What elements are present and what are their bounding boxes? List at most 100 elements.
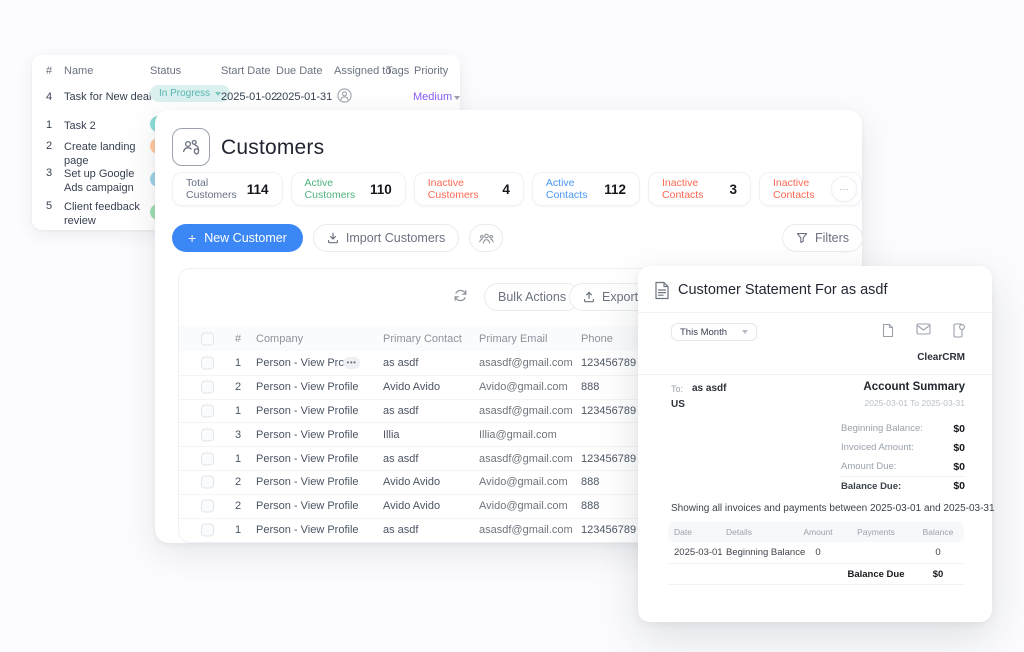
cell-company[interactable]: Person - View Profile	[256, 381, 359, 393]
cell-contact: as asdf	[383, 357, 418, 369]
cell-contact: as asdf	[383, 524, 418, 536]
row-checkbox[interactable]	[201, 356, 214, 369]
cell-num: 2	[235, 500, 241, 512]
stat-value: 4	[502, 182, 510, 197]
priority-dropdown[interactable]: Medium	[413, 91, 452, 103]
cell-email: asasdf@gmail.com	[479, 524, 573, 536]
cell-email: asasdf@gmail.com	[479, 357, 573, 369]
cell-company[interactable]: Person - View Profile	[256, 429, 359, 441]
brand-name: ClearCRM	[917, 352, 965, 363]
cell-contact: Avido Avido	[383, 381, 440, 393]
status-dropdown[interactable]: In Progress	[150, 85, 230, 102]
stat-chip-inactive-customers: Inactive Customers 4	[414, 172, 524, 206]
row-checkbox[interactable]	[201, 404, 214, 417]
cell-num: 1	[235, 524, 241, 536]
new-customer-label: New Customer	[204, 231, 287, 245]
summary-value: $0	[953, 480, 965, 492]
row-menu-icon[interactable]: •••	[343, 357, 360, 369]
stat-value: 114	[247, 182, 269, 197]
new-customer-button[interactable]: + New Customer	[172, 224, 303, 252]
task-num: 3	[46, 167, 52, 179]
task-name: Create landing page	[64, 140, 148, 169]
select-all-checkbox[interactable]	[201, 332, 214, 345]
statement-table: Date Details Amount Payments Balance 202…	[668, 522, 964, 585]
task-col-num: #	[46, 65, 52, 77]
cell-contact: Avido Avido	[383, 500, 440, 512]
col-date: Date	[668, 527, 720, 537]
customer-groups-button[interactable]	[469, 224, 503, 252]
task-due-date: 2025-01-31	[276, 91, 332, 103]
cell-phone: 123456789	[581, 453, 636, 465]
cell-contact: as asdf	[383, 453, 418, 465]
customer-country: US	[671, 399, 685, 410]
task-name: Task for New deal	[64, 91, 151, 103]
cell-balance: 0	[912, 547, 964, 558]
row-checkbox[interactable]	[201, 428, 214, 441]
filters-button[interactable]: Filters	[782, 224, 863, 252]
footer-balance-due-value: $0	[912, 569, 964, 580]
filter-icon	[796, 232, 808, 244]
bulk-actions-label: Bulk Actions	[498, 290, 566, 304]
import-customers-button[interactable]: Import Customers	[313, 224, 459, 252]
task-col-assigned: Assigned to	[334, 65, 391, 77]
summary-row: Beginning Balance: $0	[841, 419, 965, 438]
cell-phone: 888	[581, 476, 599, 488]
stat-label: Total Customers	[186, 177, 237, 201]
task-col-priority: Priority	[414, 65, 448, 77]
row-checkbox[interactable]	[201, 500, 214, 513]
cell-num: 2	[235, 476, 241, 488]
task-col-status: Status	[150, 65, 181, 77]
row-checkbox[interactable]	[201, 476, 214, 489]
stat-label: Active Customers	[305, 177, 360, 201]
cell-email: Avido@gmail.com	[479, 476, 568, 488]
stats-more-button[interactable]: ⋯	[831, 176, 857, 202]
summary-row: Amount Due: $0	[841, 457, 965, 476]
cell-company[interactable]: Person - View Profile	[256, 500, 359, 512]
summary-value: $0	[953, 461, 965, 473]
import-customers-label: Import Customers	[346, 231, 445, 245]
customer-name: as asdf	[692, 383, 726, 394]
period-select[interactable]: This Month	[671, 323, 757, 341]
col-payments: Payments	[840, 527, 912, 537]
people-group-icon	[479, 232, 494, 245]
col-phone: Phone	[581, 333, 613, 345]
pdf-file-button[interactable]	[881, 323, 895, 338]
stat-label: Inactive Contacts	[662, 177, 719, 201]
task-num: 1	[46, 119, 52, 131]
export-label: Export	[602, 290, 638, 304]
phone-button[interactable]	[952, 323, 965, 338]
bulk-actions-button[interactable]: Bulk Actions	[484, 283, 580, 311]
summary-label: Beginning Balance:	[841, 423, 923, 434]
cell-details: Beginning Balance	[720, 547, 796, 558]
footer-balance-due-label: Balance Due	[840, 569, 912, 580]
cell-company[interactable]: Person - View Profile	[256, 453, 359, 465]
statement-actions	[881, 323, 965, 338]
task-start-date: 2025-01-02	[221, 91, 277, 103]
email-button[interactable]	[916, 323, 931, 338]
summary-value: $0	[953, 423, 965, 435]
download-icon	[327, 232, 339, 244]
assignee-avatar-icon[interactable]	[337, 88, 352, 103]
account-summary-range: 2025-03-01 To 2025-03-31	[864, 398, 965, 408]
stats-row: Total Customers 114 Active Customers 110…	[172, 172, 862, 206]
chevron-down-icon	[454, 96, 460, 100]
row-checkbox[interactable]	[201, 381, 214, 394]
cell-amount: 0	[796, 547, 840, 558]
screen: # Name Status Start Date Due Date Assign…	[0, 0, 1024, 652]
statement-table-footer: Balance Due $0	[668, 564, 964, 585]
cell-email: asasdf@gmail.com	[479, 405, 573, 417]
col-details: Details	[720, 527, 796, 537]
row-checkbox[interactable]	[201, 523, 214, 536]
task-name: Set up Google Ads campaign	[64, 167, 148, 196]
cell-phone: 123456789	[581, 405, 636, 417]
refresh-button[interactable]	[451, 286, 470, 305]
priority-label: Medium	[413, 91, 452, 103]
cell-company[interactable]: Person - View Profile	[256, 405, 359, 417]
col-amount: Amount	[796, 527, 840, 537]
task-num: 5	[46, 200, 52, 212]
cell-company[interactable]: Person - View Profile	[256, 476, 359, 488]
row-checkbox[interactable]	[201, 452, 214, 465]
cell-company[interactable]: Person - View Profile	[256, 524, 359, 536]
col-num: #	[235, 333, 241, 345]
period-select-value: This Month	[680, 327, 727, 338]
